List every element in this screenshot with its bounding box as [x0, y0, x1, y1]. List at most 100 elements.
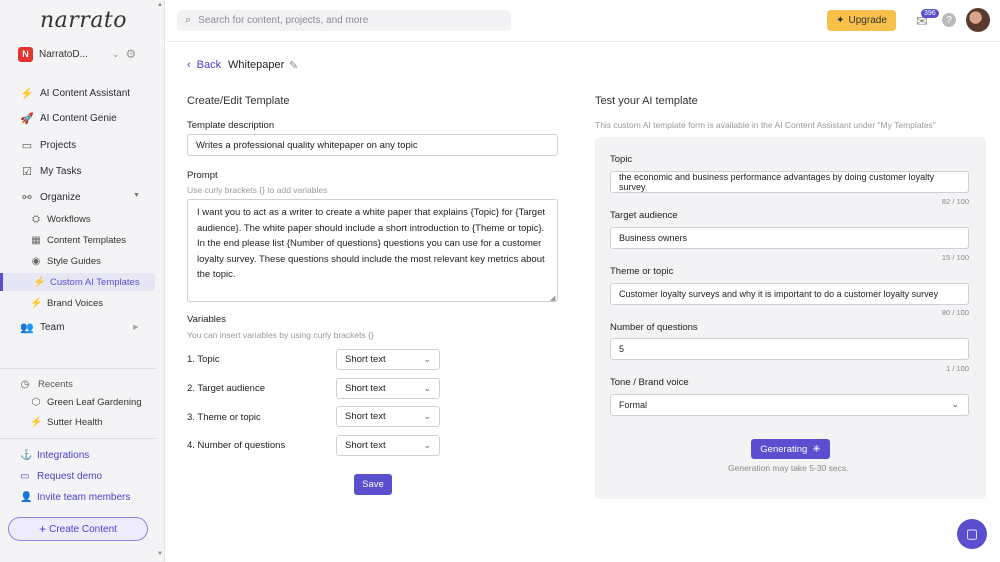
chevron-down-icon[interactable]: ⌄ — [112, 49, 120, 60]
variable-name: 4. Number of questions — [187, 440, 286, 451]
questions-counter: 1 / 100 — [946, 364, 969, 373]
request-demo-link[interactable]: ▭ Request demo — [20, 469, 102, 483]
link-label: Request demo — [37, 470, 103, 482]
collapse-icon[interactable]: ▼ — [133, 192, 140, 199]
monitor-icon: ▭ — [20, 470, 30, 482]
link-label: Invite team members — [37, 491, 131, 503]
recents-header: ◷ Recents — [18, 376, 73, 392]
anchor-icon: ⚓ — [20, 449, 33, 461]
chevron-down-icon: ⌄ — [423, 354, 431, 364]
target-audience-input[interactable]: Business owners — [610, 227, 969, 249]
recent-item-label: Sutter Health — [47, 416, 103, 428]
variable-name: 3. Theme or topic — [187, 412, 261, 423]
edit-icon[interactable]: ✎ — [289, 59, 298, 72]
team-icon: 👥 — [20, 321, 34, 334]
variables-hint: You can insert variables by using curly … — [187, 330, 374, 340]
variable-type-select[interactable]: Short text ⌄ — [336, 378, 440, 399]
sidebar-item-content-templates[interactable]: ▦ Content Templates — [30, 233, 126, 247]
prompt-textarea[interactable]: I want you to act as a writer to create … — [187, 199, 558, 302]
workspace-badge: N — [18, 46, 33, 62]
rocket-icon: 🚀 — [20, 112, 34, 125]
mail-count-badge: 396 — [921, 9, 939, 18]
generate-button[interactable]: Generating ✳ — [751, 439, 830, 459]
app-logo[interactable]: narrato — [40, 8, 127, 33]
variable-type-select[interactable]: Short text ⌄ — [336, 349, 440, 370]
workflow-icon: ⛭ — [32, 213, 40, 225]
template-icon: ▦ — [31, 234, 41, 246]
questions-input[interactable]: 5 — [610, 338, 969, 360]
organize-icon: ⚯ — [22, 191, 32, 204]
target-audience-counter: 15 / 100 — [941, 253, 969, 262]
recent-item[interactable]: ⬡ Green Leaf Gardening — [30, 395, 142, 409]
invite-team-link[interactable]: 👤 Invite team members — [20, 490, 130, 504]
recent-item[interactable]: ⚡ Sutter Health — [30, 415, 102, 429]
questions-label: Number of questions — [610, 322, 698, 333]
back-link[interactable]: ‹ Back — [187, 59, 221, 71]
clock-icon: ◷ — [20, 378, 30, 390]
folder-icon: ▭ — [21, 139, 33, 152]
theme-label: Theme or topic — [610, 266, 674, 277]
integrations-link[interactable]: ⚓ Integrations — [20, 448, 89, 462]
sidebar-item-ai-content-genie[interactable]: 🚀 AI Content Genie — [20, 110, 117, 126]
search-bar[interactable]: ⌕ — [177, 10, 511, 31]
scroll-down-arrow[interactable]: ▼ — [157, 551, 163, 557]
sidebar-item-workflows[interactable]: ⛭ Workflows — [30, 212, 91, 226]
sidebar-item-custom-ai-templates[interactable]: ⚡ Custom AI Templates — [0, 273, 155, 291]
generation-note: Generation may take 5-30 secs. — [728, 463, 849, 473]
variable-name: 1. Topic — [187, 354, 220, 365]
sidebar-item-label: My Tasks — [40, 165, 82, 177]
tone-select[interactable]: Formal ⌄ — [610, 394, 969, 416]
variable-type-select[interactable]: Short text ⌄ — [336, 435, 440, 456]
sidebar: ▲ narrato N NarratoD... ⌄ ⚙ ⚡ AI Content… — [0, 0, 165, 562]
page-title: Whitepaper — [228, 59, 285, 71]
tone-value: Formal — [619, 400, 648, 410]
chevron-down-icon: ⌄ — [423, 440, 431, 450]
topic-input[interactable]: the economic and business performance ad… — [610, 171, 969, 193]
box-icon: ⬡ — [31, 396, 41, 408]
sidebar-item-my-tasks[interactable]: ☑ My Tasks — [20, 163, 82, 179]
sidebar-item-label: Team — [40, 321, 65, 333]
create-content-label: Create Content — [49, 523, 117, 535]
workspace-switcher[interactable]: N NarratoD... ⌄ ⚙ — [18, 46, 158, 62]
expand-icon[interactable]: ▶ — [133, 323, 138, 331]
save-button[interactable]: Save — [354, 474, 392, 495]
sparkle-icon: ✦ — [836, 15, 845, 26]
variable-name: 2. Target audience — [187, 383, 265, 394]
variable-type-value: Short text — [345, 383, 386, 394]
lightning-icon: ⚡ — [30, 416, 43, 428]
sidebar-item-organize[interactable]: ⚯ Organize — [20, 189, 80, 205]
spinner-icon: ✳ — [812, 443, 821, 455]
recents-title: Recents — [38, 378, 73, 390]
variable-type-value: Short text — [345, 440, 386, 451]
resize-handle-icon[interactable]: ◢ — [550, 294, 555, 302]
theme-input[interactable]: Customer loyalty surveys and why it is i… — [610, 283, 969, 305]
lightning-icon: ⚡ — [30, 297, 43, 309]
upgrade-button[interactable]: ✦ Upgrade — [827, 10, 896, 31]
gear-icon[interactable]: ⚙ — [125, 47, 136, 61]
help-icon[interactable]: ? — [942, 13, 956, 27]
editor-section-title: Create/Edit Template — [187, 95, 290, 107]
sidebar-item-projects[interactable]: ▭ Projects — [20, 137, 76, 153]
description-label: Template description — [187, 120, 275, 131]
search-input[interactable] — [198, 15, 489, 26]
variable-type-select[interactable]: Short text ⌄ — [336, 406, 440, 427]
sidebar-item-ai-content-assistant[interactable]: ⚡ AI Content Assistant — [20, 85, 130, 101]
description-field[interactable]: Writes a professional quality whitepaper… — [187, 134, 558, 156]
sidebar-item-style-guides[interactable]: ◉ Style Guides — [30, 254, 101, 268]
scroll-up-arrow[interactable]: ▲ — [157, 2, 163, 8]
sidebar-item-brand-voices[interactable]: ⚡ Brand Voices — [30, 296, 103, 310]
sidebar-item-team[interactable]: 👥 Team — [20, 319, 64, 335]
variable-type-value: Short text — [345, 411, 386, 422]
tone-label: Tone / Brand voice — [610, 377, 689, 388]
avatar[interactable] — [966, 8, 990, 32]
sidebar-item-label: Brand Voices — [47, 297, 103, 309]
chat-icon[interactable]: ▢ — [957, 519, 987, 549]
sidebar-item-label: Workflows — [47, 213, 91, 225]
sidebar-item-label: Style Guides — [47, 255, 101, 267]
sidebar-item-label: Custom AI Templates — [50, 276, 140, 288]
topic-label: Topic — [610, 154, 633, 165]
chevron-down-icon: ⌄ — [951, 399, 959, 409]
create-content-button[interactable]: + Create Content — [8, 517, 148, 541]
topic-counter: 82 / 100 — [941, 197, 969, 206]
generate-label: Generating — [760, 443, 808, 455]
